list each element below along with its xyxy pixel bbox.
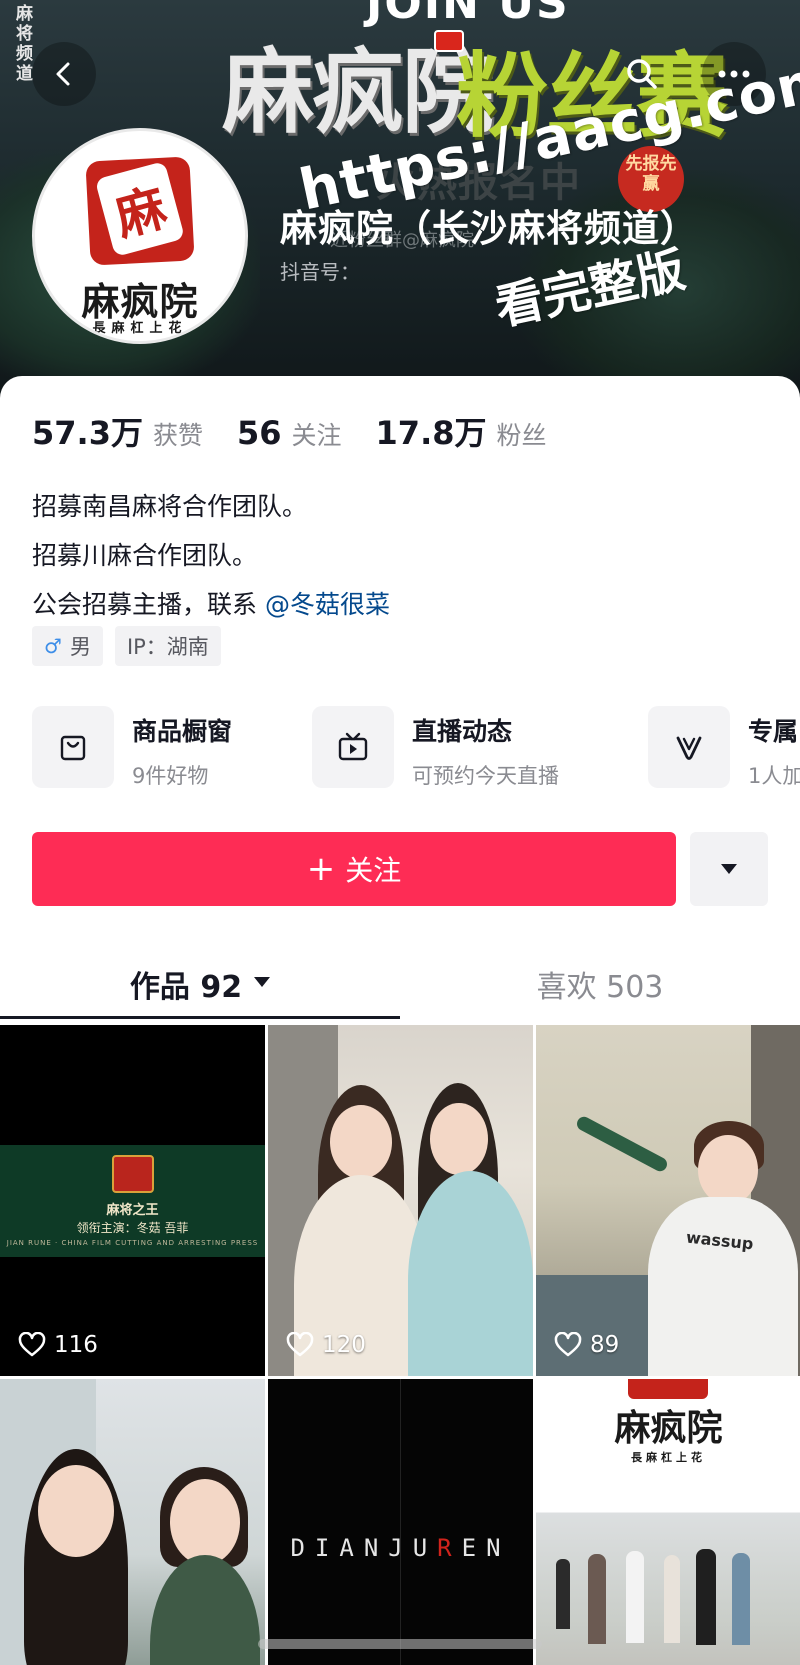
- shopping-bag-icon: [60, 735, 86, 761]
- feature-shop-window[interactable]: 商品橱窗 9件好物: [32, 706, 232, 792]
- likes-label: 获赞: [152, 421, 203, 450]
- video-1-subtitle: 领衔主演：冬菇 吾菲: [76, 1221, 189, 1235]
- bio-line-3: 公会招募主播，联系 @冬菇很菜: [32, 580, 390, 629]
- bio-mention-link[interactable]: @冬菇很菜: [265, 590, 390, 619]
- tab-likes-label: 喜欢 503: [536, 970, 664, 1005]
- gender-label: 男: [69, 635, 91, 659]
- back-button[interactable]: [32, 42, 96, 106]
- profile-tags: ♂ 男 IP：湖南: [32, 626, 221, 666]
- tab-active-underline: [0, 1016, 400, 1019]
- avatar-logo-tile: 麻: [85, 156, 195, 266]
- plus-icon: +: [306, 849, 336, 889]
- dragon-emblem-icon: [112, 1155, 154, 1193]
- video-1-likes-count: 116: [54, 1332, 98, 1358]
- followers-label[interactable]: 粉丝: [497, 416, 547, 452]
- video-6-person-2: [588, 1554, 606, 1644]
- video-6-person-5: [696, 1549, 716, 1645]
- ip-tag: IP：湖南: [114, 626, 221, 666]
- follow-button[interactable]: + 关注: [32, 832, 676, 906]
- feature-shortcuts: 商品橱窗 9件好物 直播动态 可预约今天直播 专属 1人加: [32, 706, 800, 792]
- video-thumbnail-4[interactable]: [0, 1379, 265, 1665]
- video-5-title-red: R: [437, 1534, 462, 1562]
- tab-likes[interactable]: 喜欢 503: [400, 936, 800, 1032]
- video-4-person-2-face: [170, 1479, 240, 1565]
- video-6-logo: 麻疯院: [614, 1407, 723, 1449]
- feature-live-subtitle: 可预约今天直播: [412, 764, 559, 788]
- video-1-title: 麻将之王: [106, 1203, 159, 1218]
- recommend-dropdown-button[interactable]: [690, 832, 768, 906]
- video-2-likes-count: 120: [322, 1332, 366, 1358]
- chevron-left-icon: [56, 62, 70, 86]
- heart-icon: [554, 1332, 582, 1357]
- feature-shop-subtitle: 9件好物: [132, 764, 209, 788]
- feature-live-title: 直播动态: [412, 717, 513, 746]
- profile-stats: 57.3万 获赞 56 关注 17.8万 粉丝: [32, 408, 581, 454]
- video-2-person-2: [408, 1171, 533, 1376]
- male-icon: ♂: [44, 634, 62, 658]
- video-3-arm: [574, 1114, 670, 1174]
- video-5-title: DIANJUREN: [268, 1534, 533, 1562]
- follow-label: 关注: [345, 854, 402, 887]
- douyin-id-label[interactable]: 抖音号：: [280, 256, 360, 285]
- profile-bio: 招募南昌麻将合作团队。 招募川麻合作团队。 公会招募主播，联系 @冬菇很菜: [32, 482, 390, 629]
- feature-shop-icon-box: [32, 706, 114, 788]
- ip-label: IP：湖南: [126, 635, 209, 659]
- video-6-person-1: [556, 1559, 570, 1629]
- following-count[interactable]: 56: [237, 414, 282, 452]
- video-thumbnail-6[interactable]: 麻疯院 長麻杠上花: [536, 1379, 800, 1665]
- video-2-person-2-face: [430, 1103, 488, 1175]
- video-5-title-prefix: DIANJU: [290, 1534, 438, 1562]
- tv-icon: [338, 732, 368, 761]
- followers-count[interactable]: 17.8万: [376, 408, 487, 454]
- tab-works-label: 作品 92: [129, 970, 243, 1005]
- video-1-tiny-text: JIAN RUNE · CHINA FILM CUTTING AND ARRES…: [6, 1239, 259, 1247]
- bio-line-1: 招募南昌麻将合作团队。: [32, 492, 308, 521]
- video-3-likes: 89: [554, 1332, 619, 1358]
- avatar[interactable]: 麻 麻疯院 長麻杠上花: [32, 128, 248, 344]
- profile-banner: JOIN US 麻将频道 麻疯院 粉丝赛 火热报名中 先报先赢 麻 麻疯院 長麻…: [0, 0, 800, 400]
- likes-count: 57.3万: [32, 414, 143, 452]
- feature-exclusive-icon-box: [648, 706, 730, 788]
- video-6-person-6: [732, 1553, 750, 1645]
- video-1-likes: 116: [18, 1332, 98, 1358]
- caret-down-icon: [721, 864, 737, 874]
- video-5-title-suffix: EN: [461, 1534, 511, 1562]
- video-thumbnail-3[interactable]: wassup 89: [536, 1025, 800, 1376]
- video-thumbnail-1[interactable]: 麻将之王 领衔主演：冬菇 吾菲 JIAN RUNE · CHINA FILM C…: [0, 1025, 265, 1376]
- video-thumbnail-5[interactable]: DIANJUREN: [268, 1379, 533, 1665]
- video-6-logo-tile: [628, 1379, 708, 1399]
- video-6-person-4: [664, 1555, 680, 1643]
- home-indicator: [258, 1639, 542, 1649]
- video-3-person-face: [698, 1135, 758, 1205]
- video-6-logo-subtitle: 長麻杠上花: [631, 1451, 706, 1464]
- feature-exclusive-title: 专属: [748, 717, 799, 746]
- feature-live-icon-box: [312, 706, 394, 788]
- video-2-likes: 120: [286, 1332, 366, 1358]
- video-4-person-2: [150, 1555, 260, 1665]
- feature-live[interactable]: 直播动态 可预约今天直播: [312, 706, 559, 792]
- video-thumbnail-2[interactable]: 120: [268, 1025, 533, 1376]
- video-3-likes-count: 89: [590, 1332, 620, 1358]
- video-3-person: [648, 1197, 798, 1376]
- bio-line-3-text: 公会招募主播，联系: [32, 590, 265, 619]
- video-5-divider: [400, 1379, 401, 1665]
- video-4-person-1-face: [38, 1465, 114, 1557]
- feature-exclusive[interactable]: 专属 1人加: [648, 706, 800, 792]
- avatar-logo-subtitle: 長麻杠上花: [92, 321, 188, 336]
- heart-icon: [286, 1332, 314, 1357]
- following-label[interactable]: 关注: [292, 416, 342, 452]
- feature-shop-title: 商品橱窗: [132, 717, 233, 746]
- v-badge-icon: [676, 736, 702, 760]
- gender-tag: ♂ 男: [32, 626, 103, 666]
- feature-exclusive-subtitle: 1人加: [748, 764, 800, 788]
- video-2-person-1-face: [330, 1105, 392, 1179]
- video-6-person-3: [626, 1551, 644, 1643]
- heart-icon: [18, 1332, 46, 1357]
- caret-down-icon: [254, 977, 271, 987]
- avatar-logo-char: 麻: [94, 161, 186, 257]
- bio-line-2: 招募川麻合作团队。: [32, 541, 258, 570]
